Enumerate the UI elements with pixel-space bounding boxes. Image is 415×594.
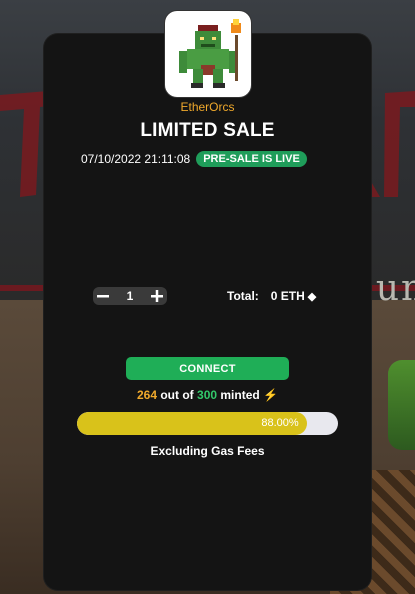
page-title: LIMITED SALE: [140, 120, 275, 141]
quantity-stepper: 1: [93, 287, 167, 305]
orc-avatar-icon: [179, 19, 241, 88]
total-value: 0 ETH: [270, 289, 305, 303]
mint-progress-percent: 88.00%: [261, 417, 299, 429]
minus-icon[interactable]: [93, 287, 113, 305]
quantity-value: 1: [126, 289, 134, 303]
total-price: Total: 0 ETH ◆: [227, 289, 316, 303]
orc-logo: [165, 11, 251, 97]
increment-button[interactable]: [151, 290, 163, 302]
minted-max-value: 300: [197, 388, 218, 402]
plus-icon[interactable]: [147, 287, 167, 305]
total-label: Total:: [227, 289, 259, 303]
date-status-row: 07/10/2022 21:11:08 PRE-SALE IS LIVE: [81, 150, 307, 167]
background-plant: [388, 360, 415, 450]
mint-progress-bar: 88.00%: [77, 412, 338, 435]
sale-card: [44, 34, 371, 590]
minted-out-of: out of: [160, 388, 194, 402]
eth-diamond-icon: ◆: [307, 290, 317, 303]
connect-button[interactable]: CONNECT: [126, 357, 289, 380]
sale-datetime: 07/10/2022 21:11:08: [81, 151, 191, 166]
gas-fee-note: Excluding Gas Fees: [150, 444, 265, 458]
minted-count-value: 264: [136, 388, 157, 402]
brand-name: EtherOrcs: [180, 100, 235, 114]
minted-suffix: minted: [220, 388, 260, 402]
mint-progress-fill: 88.00%: [77, 412, 307, 435]
status-badge: PRE-SALE IS LIVE: [196, 150, 307, 167]
lightning-icon: ⚡: [263, 388, 279, 402]
decrement-button[interactable]: [97, 290, 109, 302]
minted-count: 264 out of 300 minted ⚡: [0, 388, 415, 402]
